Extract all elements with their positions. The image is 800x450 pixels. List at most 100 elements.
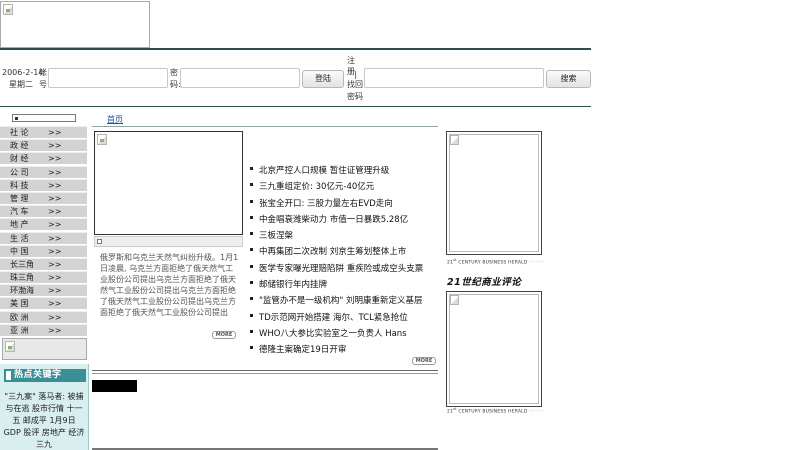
sidebar-item-arrow: >> [48,312,62,322]
herald-caption-dots: ········· [529,260,544,266]
sidebar-item-label: 地 产 [10,220,29,230]
sidebar-item[interactable]: 公 司 >> [0,165,87,178]
top-banner-image [0,1,150,48]
sidebar-item-label: 管 理 [10,193,29,203]
headline-item[interactable]: 三板涅槃 [248,228,444,244]
headline-item[interactable]: 三九重组定价: 30亿元-40亿元 [248,179,444,195]
sidebar-item-arrow: >> [48,180,62,190]
headline-item[interactable]: 张宝全开口: 三股力量左右EVD走向 [248,196,444,212]
sidebar-item-label: 科 技 [10,180,29,190]
featured-more-button[interactable]: MORE [212,331,236,339]
herald-caption: 21st CENTURY BUSINESS HERALD ········· [447,258,544,266]
sidebar-item-arrow: >> [48,273,62,283]
sidebar-item[interactable]: 地 产 >> [0,218,87,231]
sidebar-item[interactable]: 生 活 >> [0,231,87,244]
search-input[interactable] [364,68,544,88]
account-input[interactable] [48,68,168,88]
header-divider-bottom [0,106,591,107]
broken-image-icon [450,135,459,145]
headline-item[interactable]: 中金唱衰潍柴动力 市值一日暴跌5.28亿 [248,212,444,228]
sidebar-item-label: 珠三角 [10,273,34,283]
sidebar-item-arrow: >> [48,286,62,296]
herald-caption-text: CENTURY BUSINESS HERALD [456,260,528,266]
sidebar-item[interactable]: 珠三角 >> [0,271,87,284]
headline-item[interactable]: 北京严控人口规模 暂住证管理升级 [248,163,444,179]
sidebar-item[interactable]: 亚 洲 >> [0,323,87,336]
header-divider-top [0,48,591,50]
password-input[interactable] [180,68,300,88]
sidebar-item[interactable]: 欧 洲 >> [0,310,87,323]
sidebar-item-arrow: >> [48,154,62,164]
sidebar-item-label: 环渤海 [10,286,34,296]
sidebar-item-label: 欧 洲 [10,312,29,322]
caption-marker-icon [97,239,102,244]
header-marker-icon [6,371,11,380]
forgot-password-link-line2[interactable]: 密码 [347,92,363,101]
headline-item[interactable]: 中再集团二次改制 刘京生筹划整体上市 [248,244,444,260]
sidebar-item-label: 政 经 [10,141,29,151]
sidebar-item-label: 亚 洲 [10,325,29,335]
login-bar: 2006-2-14 星期二 帐 号: 密 码: 登陆 注册 | 找回 密码 搜索 [0,56,591,102]
featured-summary[interactable]: 俄罗斯和乌克兰天然气纠纷升级。1月1日凌晨, 乌克兰方面拒绝了俄天然气工业股份公… [100,252,240,318]
sidebar-item[interactable]: 政 经 >> [0,139,87,152]
hot-keywords-list[interactable]: "三九案" 落马者: 被捕与在逃 股市行情 十一五 邮成平 1月9日 GDP 股… [3,391,85,450]
hot-keywords-title: 热点关键字 [14,370,62,380]
sidebar-item[interactable]: 环渤海 >> [0,284,87,297]
headline-item[interactable]: WHO八大参比实验室之一负责人 Hans [248,326,444,342]
sidebar-item-label: 公 司 [10,167,29,177]
current-weekday: 星期二 [9,80,33,89]
sidebar-item-arrow: >> [48,128,62,137]
business-review-cover-image[interactable] [446,291,542,407]
sidebar-item[interactable]: 社 论 >> [0,126,87,138]
sidebar-item[interactable]: 财 经 >> [0,152,87,165]
section-divider-secondary [92,373,438,374]
sidebar-item-arrow: >> [48,220,62,230]
sidebar-item-label: 汽 车 [10,207,29,217]
broken-image-icon [5,341,15,352]
search-button[interactable]: 搜索 [546,70,591,88]
headline-item[interactable]: "监管办不是一级机构" 刘明康重新定义基层 [248,293,444,309]
sidebar-item[interactable]: 长三角 >> [0,257,87,270]
sidebar-item[interactable]: 科 技 >> [0,178,87,191]
headline-list: 北京严控人口规模 暂住证管理升级 三九重组定价: 30亿元-40亿元 张宝全开口… [248,163,444,359]
broken-image-icon [97,134,107,145]
sidebar-item-label: 财 经 [10,154,29,164]
headline-item[interactable]: TD示范网开始搭建 海尔、TCL紧急抢位 [248,310,444,326]
herald-caption-text: CENTURY BUSINESS HERALD [456,409,528,415]
sidebar-item[interactable]: 管 理 >> [0,191,87,204]
sidebar-item-arrow: >> [48,141,62,151]
sidebar-item[interactable]: 美 国 >> [0,297,87,310]
sidebar-item-arrow: >> [48,207,62,217]
sidebar-item-label: 中 国 [10,246,29,256]
login-button[interactable]: 登陆 [302,70,344,88]
sidebar-item[interactable]: 汽 车 >> [0,205,87,218]
business-review-cover-frame [449,294,539,404]
sidebar-item[interactable]: 中 国 >> [0,244,87,257]
broken-image-icon [3,4,13,15]
sidebar-item-label: 美 国 [10,299,29,309]
sidebar-image [2,338,87,360]
headline-item[interactable]: 邮储银行年内挂牌 [248,277,444,293]
hot-keywords-box: 热点关键字 "三九案" 落马者: 被捕与在逃 股市行情 十一五 邮成平 1月9日… [0,364,89,450]
featured-image[interactable] [94,131,243,235]
section-tab[interactable] [92,380,137,392]
forgot-password-link-line1[interactable]: 找回 [347,80,363,89]
sidebar-item-label: 社 论 [10,128,29,137]
sidebar-item-arrow: >> [48,299,62,309]
headline-item[interactable]: 医学专家曝光理赔陷阱 重疾险或成空头支票 [248,261,444,277]
sidebar-item-label: 长三角 [10,259,34,269]
featured-caption-bar [94,236,243,247]
sidebar-item-arrow: >> [48,167,62,177]
sidebar-item-arrow: >> [48,233,62,243]
sidebar-item-arrow: >> [48,259,62,269]
forgot-password-link[interactable]: 找回 密码 [347,79,363,103]
sidebar-item-label: 生 活 [10,233,29,243]
headlines-more-button[interactable]: MORE [412,357,436,365]
breadcrumb-home[interactable]: 首页 [107,114,123,125]
herald-cover-image[interactable] [446,131,542,255]
account-label: 帐 [39,68,47,77]
hot-keywords-header: 热点关键字 [4,369,86,382]
sidebar-search-box[interactable] [12,114,76,122]
section-divider [92,370,438,371]
breadcrumb-divider [92,126,438,127]
